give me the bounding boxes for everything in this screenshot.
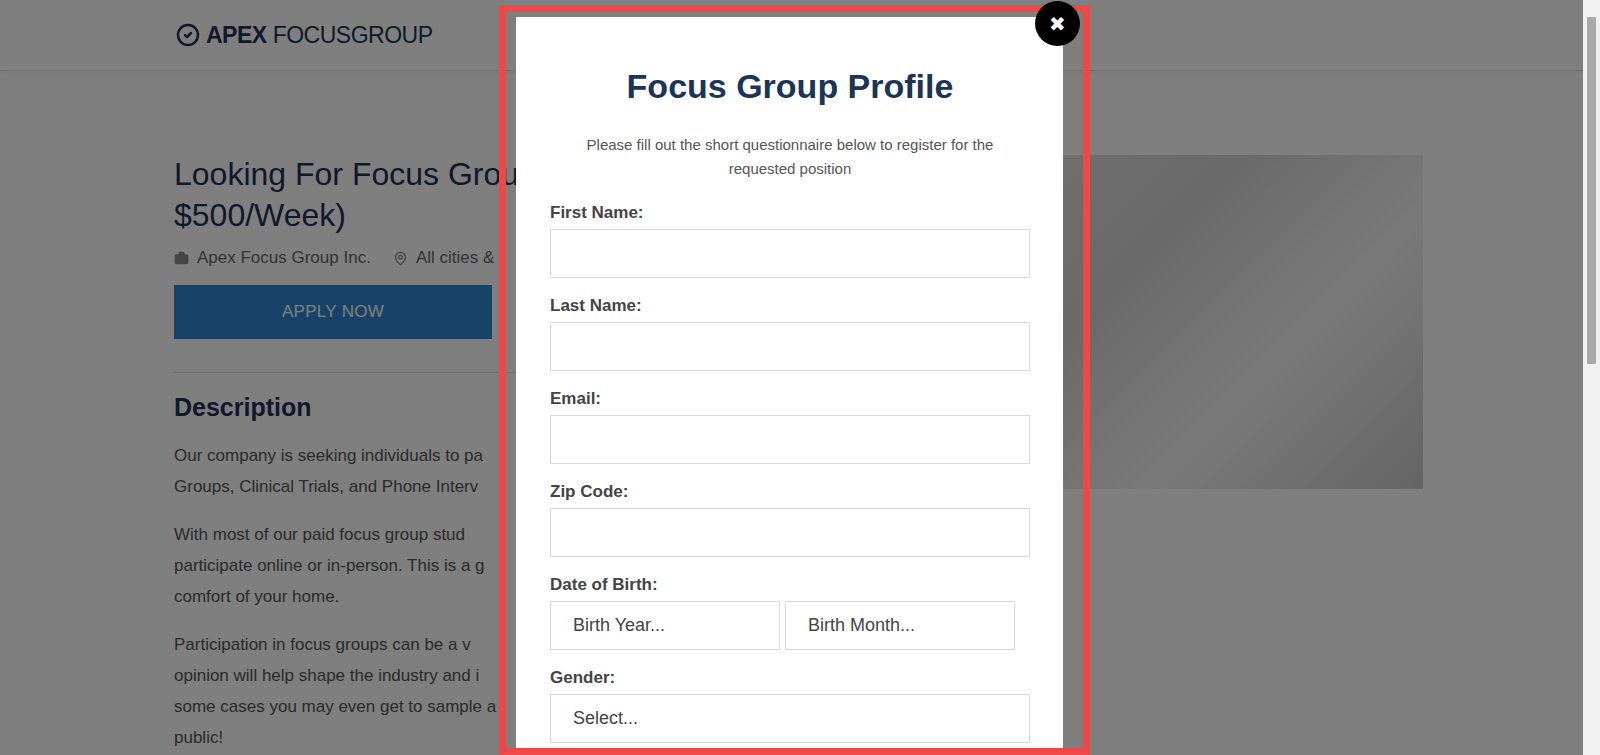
- scrollbar[interactable]: [1583, 0, 1600, 755]
- text-input[interactable]: [550, 415, 1030, 464]
- form-field: Date of Birth: Birth Year...Birth Month..…: [550, 574, 1030, 650]
- select-box[interactable]: Select...: [550, 694, 1030, 743]
- text-input[interactable]: [550, 229, 1030, 278]
- field-label: Zip Code:: [550, 481, 1030, 503]
- text-input[interactable]: [550, 508, 1030, 557]
- modal-title: Focus Group Profile: [550, 66, 1030, 106]
- form-field: Zip Code:: [550, 481, 1030, 557]
- form-field: Gender: Select...: [550, 667, 1030, 743]
- select-row: Select...: [550, 694, 1030, 743]
- select-box[interactable]: Birth Month...: [785, 601, 1015, 650]
- form-field: Email:: [550, 388, 1030, 464]
- field-label: Date of Birth:: [550, 574, 1030, 596]
- select-row: Birth Year...Birth Month...: [550, 601, 1030, 650]
- field-label: Gender:: [550, 667, 1030, 689]
- subtitle-line: requested position: [550, 157, 1030, 181]
- form-field: First Name:: [550, 202, 1030, 278]
- form-field: Last Name:: [550, 295, 1030, 371]
- form-fields: First Name: Last Name: Email: Zip Code: Date…: [550, 202, 1030, 743]
- subtitle-line: Please fill out the short questionnaire …: [550, 133, 1030, 157]
- close-button[interactable]: ✖: [1035, 1, 1080, 46]
- field-label: First Name:: [550, 202, 1030, 224]
- field-label: Email:: [550, 388, 1030, 410]
- modal-subtitle: Please fill out the short questionnaire …: [550, 133, 1030, 181]
- app: APEXFOCUSGROUPLooking For Focus Grou$500…: [0, 0, 1600, 755]
- scrollbar-thumb[interactable]: [1587, 17, 1596, 364]
- field-label: Last Name:: [550, 295, 1030, 317]
- page: APEXFOCUSGROUPLooking For Focus Grou$500…: [0, 0, 1583, 755]
- highlight-frame: Focus Group Profile Please fill out the s…: [499, 5, 1090, 755]
- text-input[interactable]: [550, 322, 1030, 371]
- profile-modal: Focus Group Profile Please fill out the s…: [516, 17, 1063, 755]
- select-box[interactable]: Birth Year...: [550, 601, 780, 650]
